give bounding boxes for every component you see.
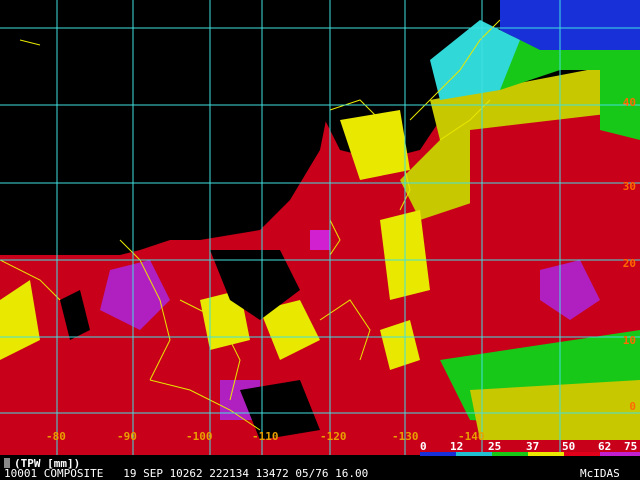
- longitude-label: -120: [320, 430, 347, 443]
- longitude-label: -130: [392, 430, 419, 443]
- tpw-map: [0, 0, 640, 455]
- legend-value: 37: [526, 440, 540, 453]
- legend-value: 0: [420, 440, 427, 453]
- legend-value: 62: [598, 440, 612, 453]
- longitude-label: -100: [186, 430, 213, 443]
- legend-value: 25: [488, 440, 502, 453]
- longitude-label: -80: [46, 430, 66, 443]
- moisture-field: [0, 0, 640, 455]
- latitude-label: 20: [622, 257, 636, 270]
- latitude-label: 40: [622, 96, 636, 109]
- legend-value: 12: [450, 440, 464, 453]
- longitude-label: -110: [252, 430, 279, 443]
- status-line: 10001 COMPOSITE 19 SEP 10262 222134 1347…: [4, 467, 369, 480]
- legend-value: 75: [624, 440, 638, 453]
- legend-value: 50: [562, 440, 576, 453]
- latitude-label: 10: [622, 334, 636, 347]
- tpw-map-display: 40 30 20 10 0 -80 -90 -100 -110 -120 -13…: [0, 0, 640, 480]
- latitude-label: 30: [622, 180, 636, 193]
- credit-label: McIDAS: [580, 467, 620, 480]
- latitude-label: 0: [629, 400, 636, 413]
- longitude-label: -90: [117, 430, 137, 443]
